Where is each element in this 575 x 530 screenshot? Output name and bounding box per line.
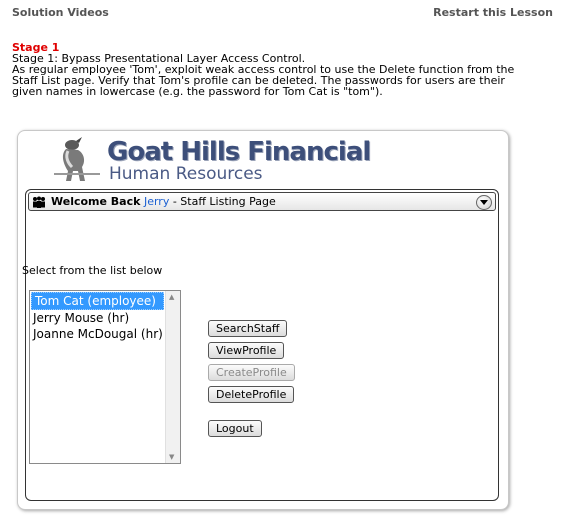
listbox-scrollbar[interactable]: ▲ ▼ (165, 291, 180, 463)
hr-app-window: Goat Hills Financial Human Resources Wel… (17, 130, 509, 510)
page-name: - Staff Listing Page (169, 195, 276, 208)
staff-list-item[interactable]: Jerry Mouse (hr) (30, 310, 180, 326)
logout-button[interactable]: Logout (208, 420, 262, 437)
create-profile-button: CreateProfile (208, 364, 295, 381)
restart-lesson-link[interactable]: Restart this Lesson (433, 6, 553, 19)
welcome-text: Welcome Back Jerry - Staff Listing Page (51, 195, 276, 208)
welcome-label: Welcome Back (51, 195, 141, 208)
select-instruction: Select from the list below (22, 264, 163, 277)
staff-list-item[interactable]: Tom Cat (employee) (31, 292, 164, 310)
staff-list-item[interactable]: Joanne McDougal (hr) (30, 326, 180, 342)
username-link[interactable]: Jerry (144, 195, 169, 208)
solution-videos-link[interactable]: Solution Videos (12, 6, 109, 19)
lesson-description-line: given names in lowercase (e.g. the passw… (12, 85, 383, 98)
lesson-description: Stage 1: Bypass Presentational Layer Acc… (12, 53, 552, 97)
scroll-up-arrow-icon[interactable]: ▲ (169, 293, 174, 301)
welcome-bar: Welcome Back Jerry - Staff Listing Page (28, 192, 496, 211)
chevron-down-icon (480, 200, 488, 205)
logo-title: Goat Hills Financial (107, 137, 371, 167)
logo-subtitle: Human Resources (109, 164, 263, 184)
scroll-down-arrow-icon[interactable]: ▼ (169, 453, 174, 461)
staff-listbox[interactable]: Tom Cat (employee) Jerry Mouse (hr) Joan… (29, 290, 181, 464)
collapse-button[interactable] (476, 195, 492, 210)
people-icon (33, 196, 45, 208)
view-profile-button[interactable]: ViewProfile (208, 342, 285, 359)
staff-listing-panel: Welcome Back Jerry - Staff Listing Page … (22, 189, 499, 501)
delete-profile-button[interactable]: DeleteProfile (208, 386, 295, 403)
goat-logo-icon (54, 137, 100, 181)
search-staff-button[interactable]: SearchStaff (208, 320, 288, 337)
